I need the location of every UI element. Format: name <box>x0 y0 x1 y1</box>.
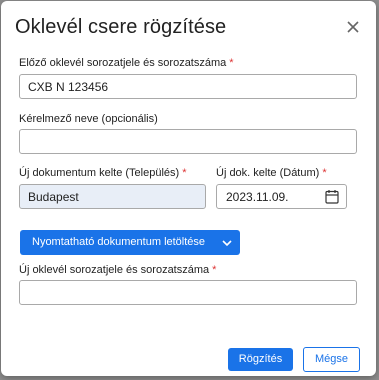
dialog-title: Oklevél csere rögzítése <box>15 16 227 38</box>
new-serial-label: Új oklevél sorozatjele és sorozatszáma * <box>19 264 217 276</box>
required-mark: * <box>229 57 234 69</box>
previous-serial-input[interactable] <box>19 74 357 99</box>
previous-serial-label: Előző oklevél sorozatjele és sorozatszám… <box>19 57 234 69</box>
close-icon[interactable] <box>344 18 362 36</box>
new-doc-date-label: Új dok. kelte (Dátum) * <box>216 167 327 179</box>
download-document-button[interactable]: Nyomtatható dokumentum letöltése <box>20 230 214 255</box>
applicant-name-label: Kérelmező neve (opcionális) <box>19 113 158 125</box>
save-button[interactable]: Rögzítés <box>228 348 293 371</box>
download-split-button: Nyomtatható dokumentum letöltése <box>20 230 241 255</box>
required-mark: * <box>182 167 187 179</box>
oklevel-csere-dialog: Oklevél csere rögzítése Előző oklevél so… <box>1 1 376 376</box>
cancel-button[interactable]: Mégse <box>303 347 360 372</box>
chevron-down-icon[interactable] <box>214 230 240 255</box>
required-mark: * <box>322 167 327 179</box>
new-doc-date-input[interactable]: 2023.11.09. <box>216 184 347 209</box>
required-mark: * <box>212 264 217 276</box>
date-value: 2023.11.09. <box>226 190 289 204</box>
new-serial-input[interactable] <box>19 280 357 305</box>
new-doc-place-input[interactable] <box>19 184 206 209</box>
applicant-name-input[interactable] <box>19 129 357 154</box>
new-doc-place-label: Új dokumentum kelte (Település) * <box>19 167 187 179</box>
calendar-icon[interactable] <box>325 189 339 204</box>
